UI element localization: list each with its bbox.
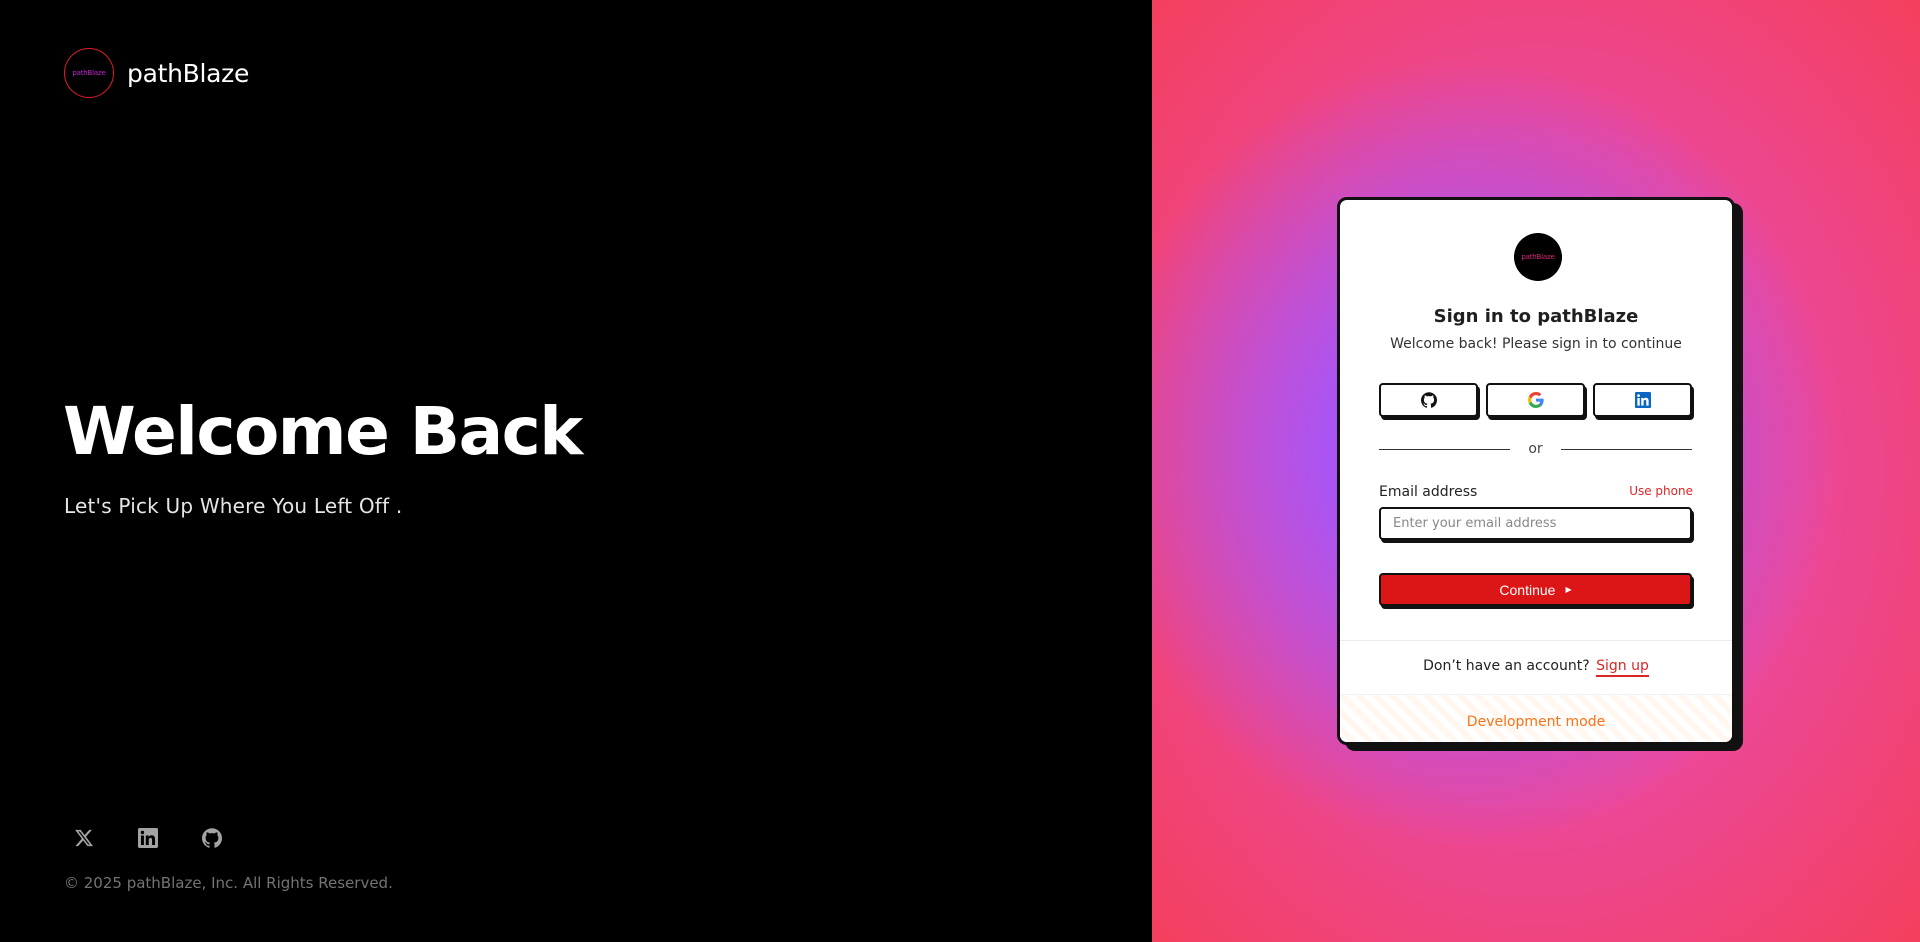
email-input[interactable] xyxy=(1379,507,1692,540)
signup-link[interactable]: Sign up xyxy=(1596,658,1649,677)
linkedin-icon[interactable] xyxy=(136,826,160,850)
divider-text: or xyxy=(1528,441,1543,457)
google-oauth-button[interactable] xyxy=(1486,383,1585,417)
use-phone-link[interactable]: Use phone xyxy=(1629,484,1693,498)
x-icon[interactable] xyxy=(72,826,96,850)
card-footer: Don’t have an account? Sign up Developme… xyxy=(1340,640,1732,742)
card-subtitle: Welcome back! Please sign in to continue xyxy=(1390,336,1682,352)
left-panel: pathBlaze pathBlaze Welcome Back Let's P… xyxy=(0,0,1152,942)
brand-name: pathBlaze xyxy=(127,58,250,88)
caret-right-icon: ▶ xyxy=(1565,585,1572,594)
brand-logo: pathBlaze xyxy=(64,48,114,98)
divider-line-left xyxy=(1379,448,1511,450)
copyright: © 2025 pathBlaze, Inc. All Rights Reserv… xyxy=(64,874,393,892)
email-label: Email address xyxy=(1379,484,1478,500)
hero-title: Welcome Back xyxy=(63,393,583,470)
signup-row: Don’t have an account? Sign up xyxy=(1340,658,1732,677)
social-links xyxy=(72,826,224,850)
development-mode-banner: Development mode xyxy=(1340,694,1732,742)
brand[interactable]: pathBlaze pathBlaze xyxy=(64,48,249,98)
card-title: Sign in to pathBlaze xyxy=(1433,306,1639,327)
github-icon[interactable] xyxy=(200,826,224,850)
continue-label: Continue xyxy=(1499,581,1556,598)
linkedin-icon xyxy=(1634,392,1651,408)
linkedin-oauth-button[interactable] xyxy=(1593,383,1692,417)
continue-button[interactable]: Continue ▶ xyxy=(1379,573,1692,606)
github-icon xyxy=(1420,392,1437,408)
hero-subtitle: Let's Pick Up Where You Left Off . xyxy=(64,494,403,518)
or-divider: or xyxy=(1379,440,1693,458)
divider-line-right xyxy=(1560,448,1693,450)
google-icon xyxy=(1527,392,1544,408)
signup-prompt: Don’t have an account? xyxy=(1423,658,1590,674)
card-logo: pathBlaze xyxy=(1514,233,1562,281)
github-oauth-button[interactable] xyxy=(1379,383,1478,417)
sign-in-card: pathBlaze Sign in to pathBlaze Welcome b… xyxy=(1337,197,1735,745)
oauth-buttons xyxy=(1379,383,1692,417)
development-mode-text: Development mode xyxy=(1466,714,1606,730)
